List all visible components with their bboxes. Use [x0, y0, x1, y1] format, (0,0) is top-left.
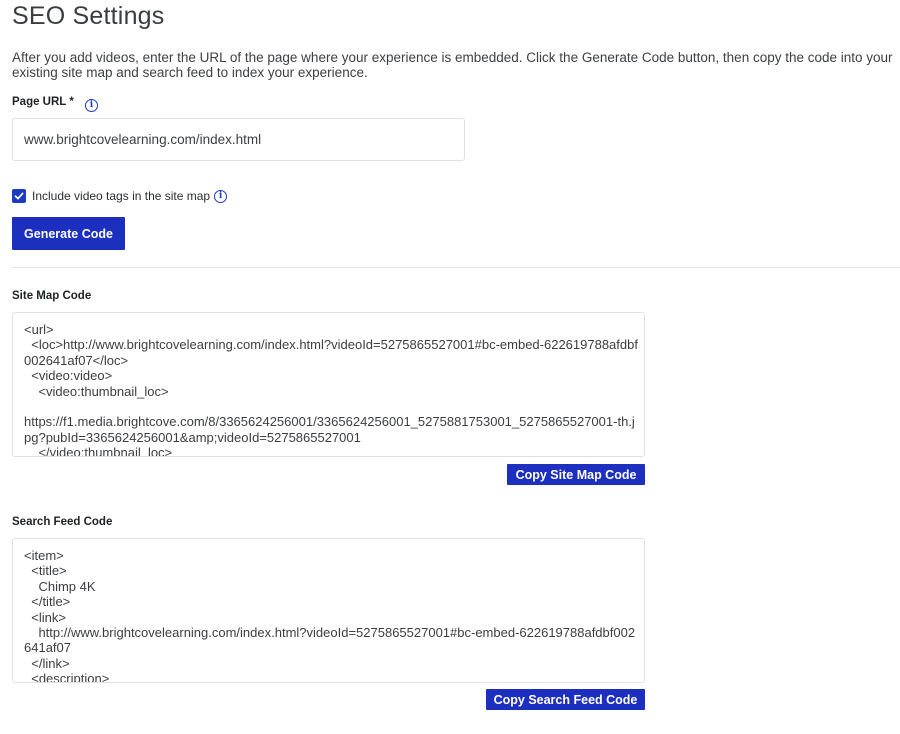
page-title: SEO Settings — [12, 2, 165, 30]
search-feed-code-label: Search Feed Code — [12, 516, 113, 528]
include-video-tags-row: Include video tags in the site map i — [12, 189, 228, 203]
intro-text: After you add videos, enter the URL of t… — [12, 50, 893, 80]
checkmark-icon — [14, 192, 24, 200]
required-marker: * — [69, 96, 74, 108]
include-video-tags-checkbox[interactable] — [12, 189, 26, 203]
page-url-label: Page URL * i — [12, 96, 99, 112]
site-map-code-box[interactable]: <url> <loc>http://www.brightcovelearning… — [12, 312, 645, 457]
copy-search-feed-code-button[interactable]: Copy Search Feed Code — [486, 689, 645, 710]
generate-code-button[interactable]: Generate Code — [12, 217, 125, 250]
site-map-code-label: Site Map Code — [12, 290, 92, 302]
search-feed-code-box[interactable]: <item> <title> Chimp 4K </title> <link> … — [12, 538, 645, 683]
info-icon[interactable]: i — [214, 189, 228, 203]
page-url-input[interactable] — [12, 118, 465, 161]
include-video-tags-label: Include video tags in the site map — [32, 189, 211, 203]
info-icon[interactable]: i — [85, 99, 99, 112]
section-divider — [12, 267, 900, 268]
copy-site-map-code-button[interactable]: Copy Site Map Code — [507, 464, 645, 485]
search-feed-code-text: <item> <title> Chimp 4K </title> <link> … — [24, 548, 636, 683]
site-map-code-text: <url> <loc>http://www.brightcovelearning… — [24, 322, 638, 457]
page-url-label-text: Page URL — [12, 96, 67, 108]
